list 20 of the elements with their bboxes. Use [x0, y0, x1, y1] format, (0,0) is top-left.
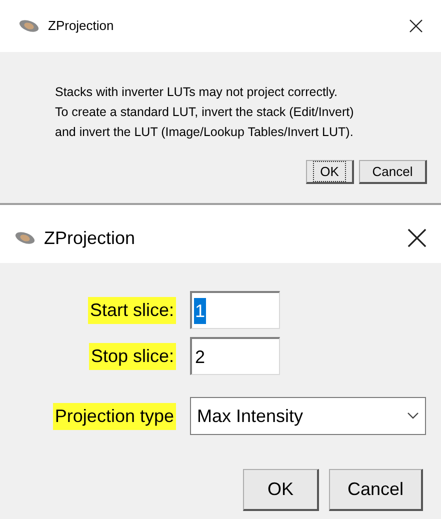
projection-dropdown[interactable]: Max Intensity [190, 397, 426, 435]
cancel-button[interactable]: Cancel [329, 469, 423, 511]
close-icon[interactable] [407, 228, 427, 248]
chevron-down-icon [407, 412, 419, 420]
dropdown-value: Max Intensity [197, 404, 304, 428]
ok-button[interactable]: OK [243, 469, 319, 511]
ok-button[interactable]: OK [306, 160, 354, 184]
warning-message: Stacks with inverter LUTs may not project correctly. To create a standard LUT, invert the stack (Edit/Invert) and invert the LUT (Image/Lookup Tables/Invert LUT). [54, 84, 355, 141]
field-label: Stop slice: [88, 342, 176, 370]
field-value: 1 [194, 298, 206, 324]
window-title: ZProjection [44, 226, 136, 250]
number-field[interactable]: 1 [190, 291, 280, 329]
app-icon [14, 231, 36, 245]
window-title: ZProjection [48, 17, 114, 36]
app-icon [18, 19, 40, 33]
close-icon[interactable] [409, 19, 423, 33]
cancel-button[interactable]: Cancel [359, 160, 427, 184]
field-label: Projection type [52, 402, 176, 430]
number-field[interactable]: 2 [190, 337, 280, 375]
field-label: Start slice: [88, 296, 176, 324]
